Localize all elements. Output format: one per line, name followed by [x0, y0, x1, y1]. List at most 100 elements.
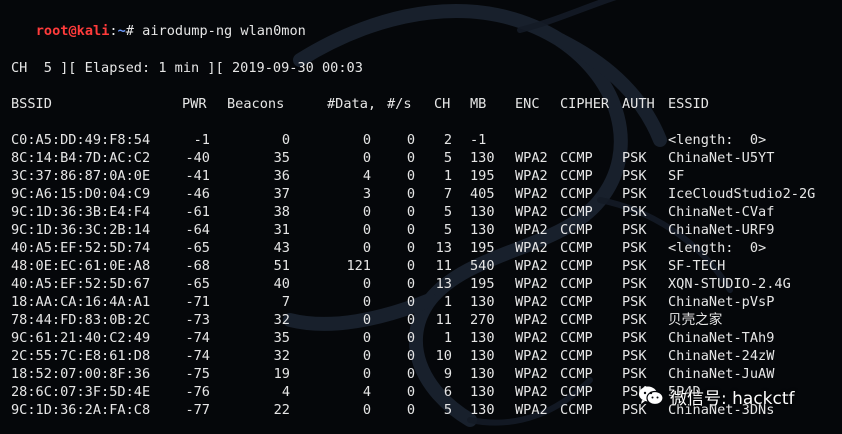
table-row: 9C:1D:36:3C:2B:14 -64 31 0 0 5 130 WPA2 CCMP PSK C…	[0, 221, 842, 239]
cell-bssid: 28:6C:07:3F:5D:4E	[11, 384, 151, 400]
cell-essid: 贝壳之家	[668, 312, 723, 328]
cell-cipher: CCMP	[560, 294, 593, 310]
cell-pwr: -73	[185, 312, 210, 328]
prompt-separator: :	[109, 23, 118, 39]
cell-pwr: -65	[185, 240, 210, 256]
status-line: CH 5 ][ Elapsed: 1 min ][ 2019-09-30 00:…	[11, 60, 363, 76]
cell-mb: 130	[470, 402, 495, 418]
cell-enc: WPA2	[515, 384, 548, 400]
cell-cipher: CCMP	[560, 348, 593, 364]
cell-data: 0	[362, 276, 371, 292]
cell-pwr: -64	[185, 222, 210, 238]
cell-essid: SF	[668, 168, 685, 184]
cell-ch: 11	[435, 258, 452, 274]
cell-essid: ChinaNet-U5YT	[668, 150, 775, 166]
cell-auth: PSK	[622, 294, 647, 310]
cell-cipher: CCMP	[560, 384, 593, 400]
cell-enc: WPA2	[515, 294, 548, 310]
cell-cipher: CCMP	[560, 222, 593, 238]
cell-bssid: 9C:1D:36:2A:FA:C8	[11, 402, 151, 418]
cell-cipher: CCMP	[560, 150, 593, 166]
table-row: 40:A5:EF:52:5D:67 -65 40 0 0 13 195 WPA2 CCMP PSK…	[0, 275, 842, 293]
cell-bssid: 18:52:07:00:8F:36	[11, 366, 151, 382]
cell-bssid: 9C:A6:15:D0:04:C9	[11, 186, 151, 202]
cell-auth: PSK	[622, 186, 647, 202]
table-row: 9C:A6:15:D0:04:C9 -46 37 3 0 7 405 WPA2 CCMP PSK I…	[0, 185, 842, 203]
header-essid: ESSID	[668, 96, 709, 112]
cell-beacons: 7	[281, 294, 290, 310]
cell-cipher: CCMP	[560, 240, 593, 256]
cell-essid: ChinaNet-TAh9	[668, 330, 775, 346]
cell-bssid: 9C:1D:36:3B:E4:F4	[11, 204, 151, 220]
header-pwr: PWR	[182, 96, 207, 112]
cell-data: 0	[362, 150, 371, 166]
table-row: 2C:55:7C:E8:61:D8 -74 32 0 0 10 130 WPA2 CCMP PSK…	[0, 347, 842, 365]
table-row: 40:A5:EF:52:5D:74 -65 43 0 0 13 195 WPA2 CCMP PSK…	[0, 239, 842, 257]
cell-rate: 0	[406, 348, 415, 364]
cell-beacons: 38	[273, 204, 290, 220]
cell-bssid: 78:44:FD:83:0B:2C	[11, 312, 151, 328]
cell-mb: 130	[470, 204, 495, 220]
cell-mb: 195	[470, 168, 495, 184]
terminal-window[interactable]: root@kali:~# airodump-ng wlan0mon CH 5 ]…	[0, 0, 842, 434]
cell-cipher: CCMP	[560, 366, 593, 382]
header-enc: ENC	[515, 96, 540, 112]
cell-ch: 1	[443, 168, 452, 184]
cell-beacons: 36	[273, 168, 290, 184]
cell-bssid: 40:A5:EF:52:5D:74	[11, 240, 151, 256]
prompt-user-host: root@kali	[35, 23, 110, 39]
cell-data: 4	[362, 168, 371, 184]
cell-mb: 195	[470, 276, 495, 292]
watermark: 微信号: hackctf	[638, 381, 795, 411]
cell-bssid: 18:AA:CA:16:4A:A1	[11, 294, 151, 310]
header-auth: AUTH	[622, 96, 655, 112]
cell-data: 0	[362, 366, 371, 382]
cell-cipher: CCMP	[560, 186, 593, 202]
cell-beacons: 43	[273, 240, 290, 256]
cell-pwr: -68	[185, 258, 210, 274]
cell-bssid: 40:A5:EF:52:5D:67	[11, 276, 151, 292]
table-row: 8C:14:B4:7D:AC:C2 -40 35 0 0 5 130 WPA2 CCMP PSK C…	[0, 149, 842, 167]
cell-pwr: -76	[185, 384, 210, 400]
cell-auth: PSK	[622, 258, 647, 274]
cell-rate: 0	[406, 186, 415, 202]
cell-essid: SF-TECH	[668, 258, 726, 274]
cell-rate: 0	[406, 402, 415, 418]
cell-bssid: 9C:61:21:40:C2:49	[11, 330, 151, 346]
cell-mb: 195	[470, 240, 495, 256]
cell-bssid: 48:0E:EC:61:0E:A8	[11, 258, 151, 274]
cell-beacons: 35	[273, 150, 290, 166]
cell-bssid: 2C:55:7C:E8:61:D8	[11, 348, 151, 364]
cell-rate: 0	[406, 150, 415, 166]
cell-data: 4	[362, 384, 371, 400]
cell-rate: 0	[406, 204, 415, 220]
cell-essid: ChinaNet-URF9	[668, 222, 775, 238]
cell-beacons: 32	[273, 312, 290, 328]
cell-data: 0	[362, 204, 371, 220]
cell-auth: PSK	[622, 168, 647, 184]
prompt-symbol: #	[125, 23, 134, 39]
cell-ch: 5	[443, 204, 452, 220]
cell-essid: XQN-STUDIO-2.4G	[668, 276, 791, 292]
cell-ch: 1	[443, 294, 452, 310]
table-row: 48:0E:EC:61:0E:A8 -68 51 121 0 11 540 WPA2 CCMP P…	[0, 257, 842, 275]
header-ch: CH	[434, 96, 451, 112]
cell-data: 0	[362, 294, 371, 310]
cell-mb: 130	[470, 222, 495, 238]
cell-enc: WPA2	[515, 330, 548, 346]
cell-rate: 0	[406, 258, 415, 274]
cell-data: 0	[362, 348, 371, 364]
cell-pwr: -74	[185, 330, 210, 346]
watermark-text: 微信号: hackctf	[670, 388, 795, 409]
cell-data: 0	[362, 312, 371, 328]
cell-essid: ChinaNet-24zW	[668, 348, 775, 364]
cell-cipher: CCMP	[560, 168, 593, 184]
cell-auth: PSK	[622, 312, 647, 328]
cell-cipher: CCMP	[560, 276, 593, 292]
header-bssid: BSSID	[11, 96, 52, 112]
cell-beacons: 32	[273, 348, 290, 364]
cell-auth: PSK	[622, 222, 647, 238]
table-row: 9C:1D:36:3B:E4:F4 -61 38 0 0 5 130 WPA2 CCMP PSK C…	[0, 203, 842, 221]
cell-enc: WPA2	[515, 258, 548, 274]
cell-mb: 130	[470, 294, 495, 310]
